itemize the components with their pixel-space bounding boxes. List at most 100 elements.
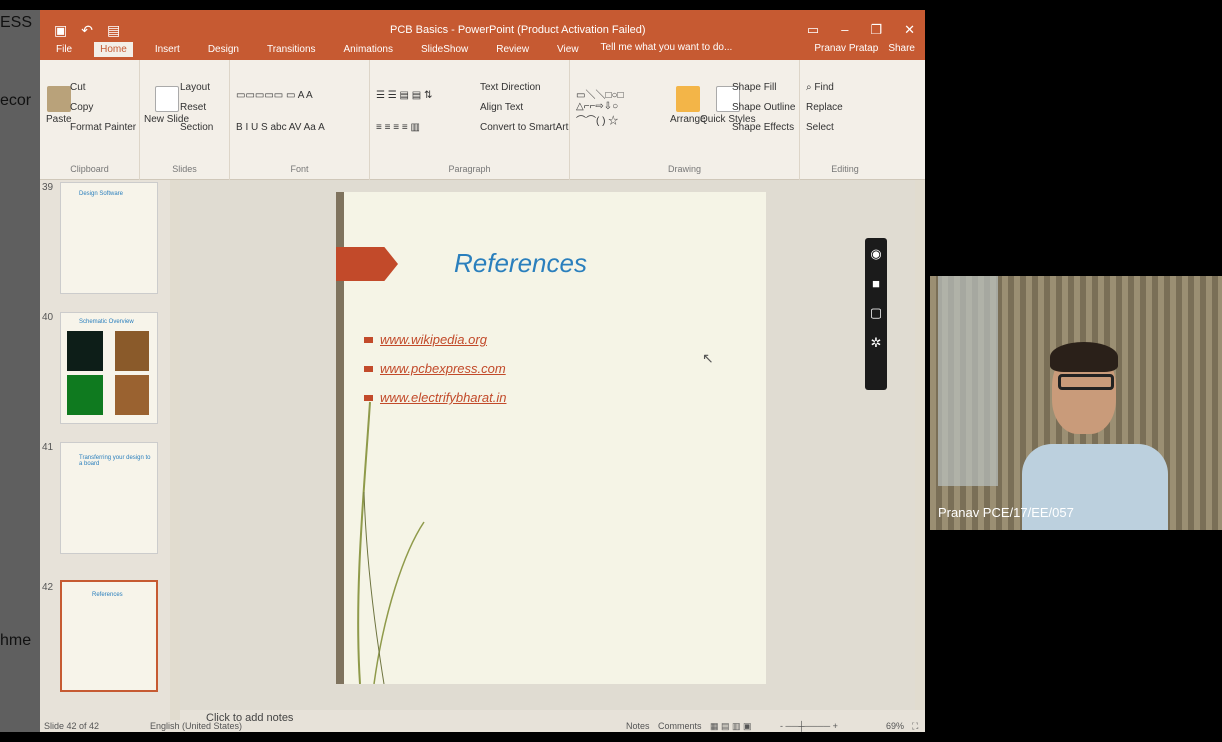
ribbon-tabs: File Home Insert Design Transitions Anim… <box>50 42 732 57</box>
settings-gear-icon[interactable]: ✲ <box>871 335 882 351</box>
user-name[interactable]: Pranav Pratap <box>814 43 878 54</box>
zoom-level[interactable]: 69% <box>886 721 904 731</box>
background-text: ESS <box>0 14 33 31</box>
slide-title-arrow <box>336 247 398 281</box>
find-button[interactable]: ⌕ Find <box>806 82 834 93</box>
tab-transitions[interactable]: Transitions <box>261 42 322 57</box>
slide-thumbnail-selected[interactable]: References <box>60 580 158 692</box>
slide-decoration <box>357 401 425 684</box>
thumbnail-image <box>115 375 149 415</box>
ribbon-display-icon[interactable]: ▭ <box>807 22 819 38</box>
reset-button[interactable]: Reset <box>180 102 206 113</box>
editor-scrollbar[interactable] <box>915 180 925 710</box>
slide-title[interactable]: References <box>454 248 587 279</box>
quick-access-toolbar: ▣ ↶ ▤ <box>54 22 120 39</box>
meeting-toolbar: ◉ ■ ▢ ✲ <box>865 238 887 390</box>
share-screen-icon[interactable]: ▢ <box>870 305 882 321</box>
shape-fill-button[interactable]: Shape Fill <box>732 82 776 93</box>
copy-button[interactable]: Copy <box>70 102 93 113</box>
arrange-icon <box>675 86 700 112</box>
paragraph-group: ☰ ☰ ▤ ▤ ⇅ Text Direction Align Text Conv… <box>370 60 570 180</box>
tab-home[interactable]: Home <box>94 42 133 57</box>
slide-counter: Slide 42 of 42 <box>44 721 100 731</box>
slide-thumbnail[interactable]: Transferring your design to a board <box>60 442 158 554</box>
align-text-button[interactable]: Align Text <box>480 102 523 113</box>
group-label: Editing <box>831 164 859 174</box>
comments-toggle[interactable]: Comments <box>658 721 702 731</box>
select-button[interactable]: Select <box>806 122 834 133</box>
zoom-slider[interactable]: - ──┼──── + <box>780 721 838 731</box>
ribbon: Paste Cut Copy Format Painter Clipboard … <box>40 60 925 180</box>
format-painter-button[interactable]: Format Painter <box>70 122 136 133</box>
slide-editor: References www.wikipedia.org www.pcbexpr… <box>180 180 925 710</box>
tab-file[interactable]: File <box>50 42 78 57</box>
window-controls: ▭ – ❐ ✕ <box>807 22 915 38</box>
replace-button[interactable]: Replace <box>806 102 843 113</box>
shapes-gallery[interactable]: ▭＼＼□○□ △⌐⌐⇨⇩○ ⌒⌒( ) ☆ <box>576 86 624 127</box>
font-format-row[interactable]: B I U S abc AV Aa A <box>236 122 325 133</box>
tab-view[interactable]: View <box>551 42 585 57</box>
thumbnail-image <box>67 375 103 415</box>
tab-animations[interactable]: Animations <box>338 42 399 57</box>
background-text: hme <box>0 632 32 649</box>
share-button[interactable]: Share <box>888 43 915 54</box>
slide-number: 39 <box>42 182 54 193</box>
group-label: Font <box>290 164 309 174</box>
cut-button[interactable]: Cut <box>70 82 86 93</box>
slide-number: 40 <box>42 312 54 323</box>
align-buttons[interactable]: ≡ ≡ ≡ ≡ ▥ <box>376 122 420 133</box>
minimize-button[interactable]: – <box>841 22 848 38</box>
clipboard-group: Paste Cut Copy Format Painter Clipboard <box>40 60 140 180</box>
tell-me-box[interactable]: Tell me what you want to do... <box>601 42 733 57</box>
view-buttons[interactable]: ▦ ▤ ▥ ▣ <box>710 721 752 732</box>
tab-review[interactable]: Review <box>490 42 535 57</box>
tab-design[interactable]: Design <box>202 42 245 57</box>
save-icon[interactable]: ▣ <box>54 22 67 39</box>
slide-thumbnail[interactable]: Design Software <box>60 182 158 294</box>
undo-icon[interactable]: ↶ <box>81 22 93 39</box>
group-label: Clipboard <box>70 164 109 174</box>
shape-effects-button[interactable]: Shape Effects <box>732 122 794 133</box>
slides-group: New Slide Layout Reset Section Slides <box>140 60 230 180</box>
fit-to-window-icon[interactable]: ⛶ <box>912 721 918 732</box>
video-icon[interactable]: ■ <box>872 276 880 291</box>
title-bar: ▣ ↶ ▤ PCB Basics - PowerPoint (Product A… <box>40 10 925 60</box>
new-slide-icon <box>154 86 179 112</box>
slide-number: 42 <box>42 582 54 593</box>
participant-video[interactable]: Pranav PCE/17/EE/057 <box>930 276 1222 530</box>
thumbnail-image <box>115 331 149 371</box>
smartart-button[interactable]: Convert to SmartArt <box>480 122 568 133</box>
paste-button[interactable]: Paste <box>46 86 72 125</box>
shape-outline-button[interactable]: Shape Outline <box>732 102 795 113</box>
language-status[interactable]: English (United States) <box>150 721 242 731</box>
bottom-strip <box>0 732 925 742</box>
layout-button[interactable]: Layout <box>180 82 210 93</box>
tab-insert[interactable]: Insert <box>149 42 186 57</box>
background-window: ESS ecor hme <box>0 0 40 742</box>
notes-toggle[interactable]: Notes <box>626 721 650 731</box>
tab-slideshow[interactable]: SlideShow <box>415 42 474 57</box>
font-name-box[interactable]: ▭▭▭▭▭ ▭ A A <box>236 90 313 101</box>
mouse-cursor-icon: ↖ <box>702 350 714 366</box>
status-bar: Slide 42 of 42 English (United States) N… <box>40 721 925 732</box>
camera-icon[interactable]: ◉ <box>870 246 881 262</box>
person-hair <box>1050 342 1118 372</box>
participant-name: Pranav PCE/17/EE/057 <box>938 505 1074 520</box>
font-group: ▭▭▭▭▭ ▭ A A B I U S abc AV Aa A Font <box>230 60 370 180</box>
text-direction-button[interactable]: Text Direction <box>480 82 541 93</box>
close-button[interactable]: ✕ <box>904 22 915 38</box>
group-label: Slides <box>172 164 197 174</box>
window-light <box>938 276 998 486</box>
slide-thumbnail[interactable]: Schematic Overview <box>60 312 158 424</box>
user-area: Pranav Pratap Share <box>814 43 915 54</box>
restore-button[interactable]: ❐ <box>870 22 882 38</box>
present-icon[interactable]: ▤ <box>107 22 120 39</box>
current-slide[interactable]: References www.wikipedia.org www.pcbexpr… <box>336 192 766 684</box>
powerpoint-window: ▣ ↶ ▤ PCB Basics - PowerPoint (Product A… <box>40 10 925 732</box>
window-title: PCB Basics - PowerPoint (Product Activat… <box>390 24 646 36</box>
drawing-group: ▭＼＼□○□ △⌐⌐⇨⇩○ ⌒⌒( ) ☆ Arrange Quick Styles… <box>570 60 800 180</box>
thumbnails-scrollbar[interactable] <box>170 180 180 720</box>
slide-number: 41 <box>42 442 54 453</box>
section-button[interactable]: Section <box>180 122 213 133</box>
list-buttons[interactable]: ☰ ☰ ▤ ▤ ⇅ <box>376 90 432 101</box>
